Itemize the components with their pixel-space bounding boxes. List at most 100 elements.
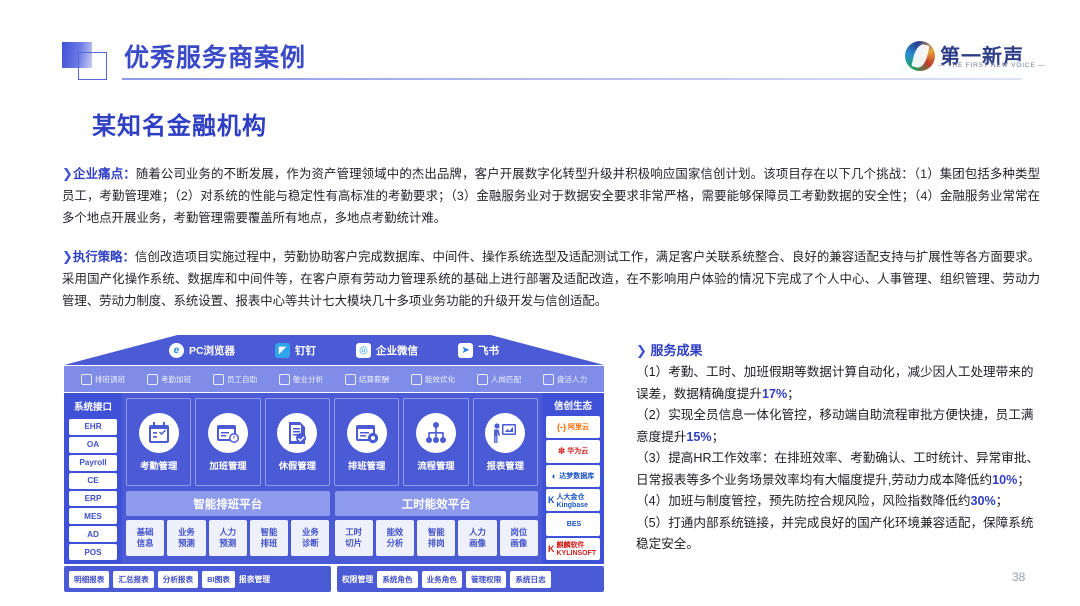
scenario-item[interactable]: 盘活人力 [542, 373, 587, 385]
ecosystem-chip[interactable]: K 人大金仓 Kingbase [546, 488, 600, 512]
platform-row: 智能排班平台 工时能效平台 [126, 491, 538, 516]
result-item: （3）提高HR工作效率：在排班效率、考勤确认、工时统计、异常审批、日常报表等多个… [636, 451, 1040, 487]
scenario-item[interactable]: 排班调班 [80, 373, 125, 385]
system-interfaces-panel: 系统接口 EHR OA Payroll CE ERP MES AD POS [64, 393, 122, 564]
management-chip[interactable]: 分析报表 [157, 570, 199, 588]
mobile-icon [212, 373, 224, 385]
interface-chip[interactable]: CE [69, 472, 117, 489]
strategy-label: 执行策略： [72, 250, 135, 264]
management-chip[interactable]: 系统日志 [510, 570, 551, 588]
vendor-logo-icon: K [548, 495, 555, 506]
platform-tile[interactable]: 工时 切片 [334, 520, 373, 556]
platform-tile-group: 基础 信息 业务 预测 人力 预测 智能 排班 业务 诊断 [126, 520, 330, 556]
platform-tile[interactable]: 基础 信息 [126, 520, 165, 556]
ecosystem-chip[interactable]: ✽ 华为云 [546, 440, 600, 463]
interface-chip[interactable]: Payroll [69, 454, 117, 471]
management-chip[interactable]: 明细报表 [69, 570, 110, 588]
scenario-item[interactable]: 敬业分析 [278, 373, 323, 385]
platform-bar[interactable]: 工时能效平台 [334, 491, 538, 516]
platform-tile[interactable]: 人力 画像 [458, 520, 497, 556]
logo-text-en: — THE FIRST NEW VOICE — [938, 62, 1046, 69]
platform-tile[interactable]: 业务 预测 [167, 520, 206, 556]
result-highlight: 15% [686, 429, 712, 444]
client-item[interactable]: ◎ 企业微信 [356, 342, 418, 358]
ecosystem-chip[interactable]: K 麒麟软件 KYLINSOFT [546, 537, 600, 560]
user-clock-icon [146, 373, 158, 385]
client-item[interactable]: ◤ 钉钉 [275, 342, 317, 358]
vendor-name: 人大金仓 Kingbase [556, 493, 589, 509]
platform-tile[interactable]: 岗位 画像 [499, 520, 538, 556]
client-label: PC浏览器 [188, 344, 236, 357]
service-results-label: 服务成果 [650, 343, 703, 358]
platform-tile-group: 工时 切片 能效 分析 智能 排岗 人力 画像 岗位 画像 [334, 520, 539, 556]
platform-tile[interactable]: 业务 诊断 [291, 520, 330, 556]
strategy-text: 信创改造项目实施过程中，劳勤协助客户完成数据库、中间件、操作系统选型及适配测试工… [62, 250, 1041, 308]
interface-chip[interactable]: OA [69, 436, 117, 453]
core-modules-panel: 考勤管理 加班管理 休假管理 排班管理 流程管理 报表管理 智能排班平台 工时能效… [122, 393, 542, 564]
interface-chip[interactable]: POS [69, 544, 117, 560]
ecosystem-chip[interactable]: BES [546, 513, 600, 536]
dingtalk-icon: ◤ [275, 342, 291, 358]
ecosystem-chip[interactable]: (-) 阿里云 [546, 416, 600, 439]
interface-chip[interactable]: EHR [69, 419, 117, 435]
module-card[interactable]: 考勤管理 [126, 398, 192, 486]
module-card[interactable]: 排班管理 [333, 398, 400, 486]
interface-chip[interactable]: AD [69, 526, 117, 543]
management-chip[interactable]: 系统角色 [377, 570, 418, 588]
scenario-item[interactable]: 员工自助 [212, 373, 258, 385]
module-card-row: 考勤管理 加班管理 休假管理 排班管理 流程管理 报表管理 [126, 398, 538, 486]
strategy-paragraph: ❯ 执行策略：信创改造项目实施过程中，劳勤协助客户完成数据库、中间件、操作系统选型… [62, 246, 1040, 312]
service-results-title: ❯ 服务成果 [636, 340, 1040, 359]
platform-tile[interactable]: 智能 排岗 [417, 520, 456, 556]
vendor-name: BES [566, 520, 582, 528]
client-item[interactable]: ➤ 飞书 [458, 342, 499, 358]
management-chip[interactable]: 汇总报表 [113, 570, 154, 588]
slide: 优秀服务商案例 第一新声 — THE FIRST NEW VOICE — 某知名… [0, 0, 1080, 606]
module-card[interactable]: 休假管理 [264, 398, 330, 486]
platform-tile[interactable]: 人力 预测 [208, 520, 247, 556]
flow-tree-icon [415, 412, 456, 453]
scenario-label: 员工自助 [226, 374, 258, 384]
management-chip[interactable]: 业务角色 [421, 570, 462, 588]
presentation-icon [485, 412, 526, 453]
header-decor-icon [62, 42, 112, 80]
header-divider [122, 78, 1022, 80]
interface-chip[interactable]: MES [69, 508, 117, 525]
module-label: 休假管理 [278, 460, 316, 471]
wecom-icon: ◎ [356, 342, 372, 358]
ecosystem-chip[interactable]: ◐ 达梦数据库 [546, 464, 600, 487]
module-card[interactable]: 流程管理 [403, 398, 469, 486]
globe-icon [905, 41, 935, 71]
platform-tile[interactable]: 智能 排班 [249, 520, 289, 556]
scenario-item[interactable]: 人岗匹配 [476, 373, 522, 385]
module-label: 排班管理 [348, 460, 386, 471]
ecosystem-title: 信创生态 [553, 401, 592, 412]
people-icon [542, 373, 554, 385]
scenario-item[interactable]: 结算薪酬 [344, 373, 389, 385]
vendor-name: 麒麟软件 KYLINSOFT [556, 542, 597, 558]
match-icon [476, 373, 488, 385]
document-icon [278, 373, 290, 385]
result-item: （4）加班与制度管控，预先防控合规风险，风险指数降低约30%； [636, 494, 1009, 508]
management-chip[interactable]: 管理权限 [465, 570, 507, 588]
client-label: 钉钉 [295, 344, 317, 357]
slide-header: 优秀服务商案例 [62, 38, 1022, 84]
vendor-logo-icon: ◐ [551, 470, 558, 481]
interface-chip[interactable]: ERP [69, 490, 117, 507]
platform-bar[interactable]: 智能排班平台 [126, 491, 330, 516]
pain-points-text: 随着公司业务的不断发展，作为资产管理领域中的杰出品牌，客户开展数字化转型升级并积… [62, 167, 1040, 225]
client-item[interactable]: e PC浏览器 [168, 342, 236, 358]
bar-chart-icon [410, 373, 422, 385]
scenario-label: 人岗匹配 [490, 374, 522, 384]
result-item: （2）实现全员信息一体化管控，移动端自助流程审批方便快捷，员工满意度提升15%； [636, 408, 1034, 444]
platform-tile[interactable]: 能效 分析 [375, 520, 415, 556]
ecosystem-panel: 信创生态 (-) 阿里云 ✽ 华为云 ◐ 达梦数据库 K 人大金仓 Kingba… [542, 393, 604, 564]
module-label: 报表管理 [486, 460, 524, 471]
module-card[interactable]: 报表管理 [472, 398, 538, 486]
platform-tiles-row: 基础 信息 业务 预测 人力 预测 智能 排班 业务 诊断 工时 切片 能效 分析 智能 排岗 人力 画像 岗位 画像 [126, 520, 538, 556]
scenario-item[interactable]: 能效优化 [410, 373, 455, 385]
module-card[interactable]: 加班管理 [195, 398, 261, 486]
diagram-body: 系统接口 EHR OA Payroll CE ERP MES AD POS 考勤管理 加班管理… [64, 393, 604, 564]
scenario-item[interactable]: 考勤加班 [146, 373, 191, 385]
management-chip[interactable]: BI图表 [202, 570, 235, 588]
